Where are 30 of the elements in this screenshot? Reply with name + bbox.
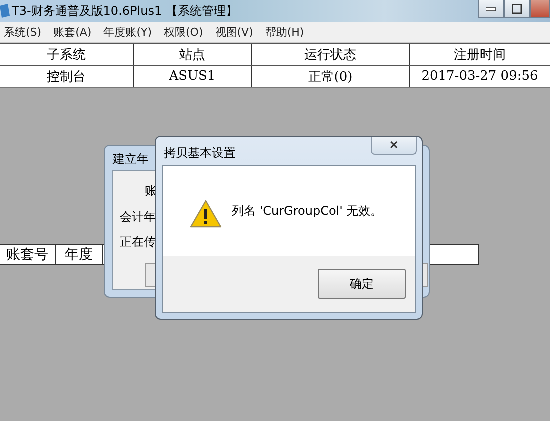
app-icon [0,4,10,18]
minimize-button[interactable] [478,0,504,18]
close-button[interactable]: ✕ [371,137,417,155]
table-cell: ASUS1 [134,66,252,87]
table-cell: 正常(0) [252,66,410,87]
dialog-title: 拷贝基本设置 [164,145,236,162]
menu-item[interactable]: 系统(S) [0,24,46,40]
menu-item[interactable]: 权限(O) [160,24,208,40]
window-title: T3-财务通普及版10.6Plus1 【系统管理】 [12,2,238,20]
column-header: 运行状态 [252,44,410,65]
column-header: 子系统 [0,44,134,65]
menu-item[interactable]: 视图(V) [211,24,258,40]
table-cell-text: 2017-03-27 09:56 [420,68,540,86]
field-label: 正在传 [120,234,156,251]
menu-item[interactable]: 年度账(Y) [100,24,156,40]
column-header: 站点 [134,44,252,65]
warning-icon [190,200,222,228]
column-header: 账套号 [0,244,56,265]
table-cell: 控制台 [0,66,134,87]
menu-item[interactable]: 账套(A) [50,24,96,40]
ok-button[interactable]: 确定 [318,269,406,299]
maximize-button[interactable] [504,0,530,18]
minimize-icon [486,6,496,10]
menu-item[interactable]: 帮助(H) [261,24,308,40]
field-label: 会计年 [120,209,156,226]
column-header: 注册时间 [453,46,507,64]
error-message: 列名 'CurGroupCol' 无效。 [232,202,383,220]
column-header: 年度 [56,244,103,265]
maximize-icon [512,4,522,14]
dialog-title: 建立年 [113,151,149,168]
